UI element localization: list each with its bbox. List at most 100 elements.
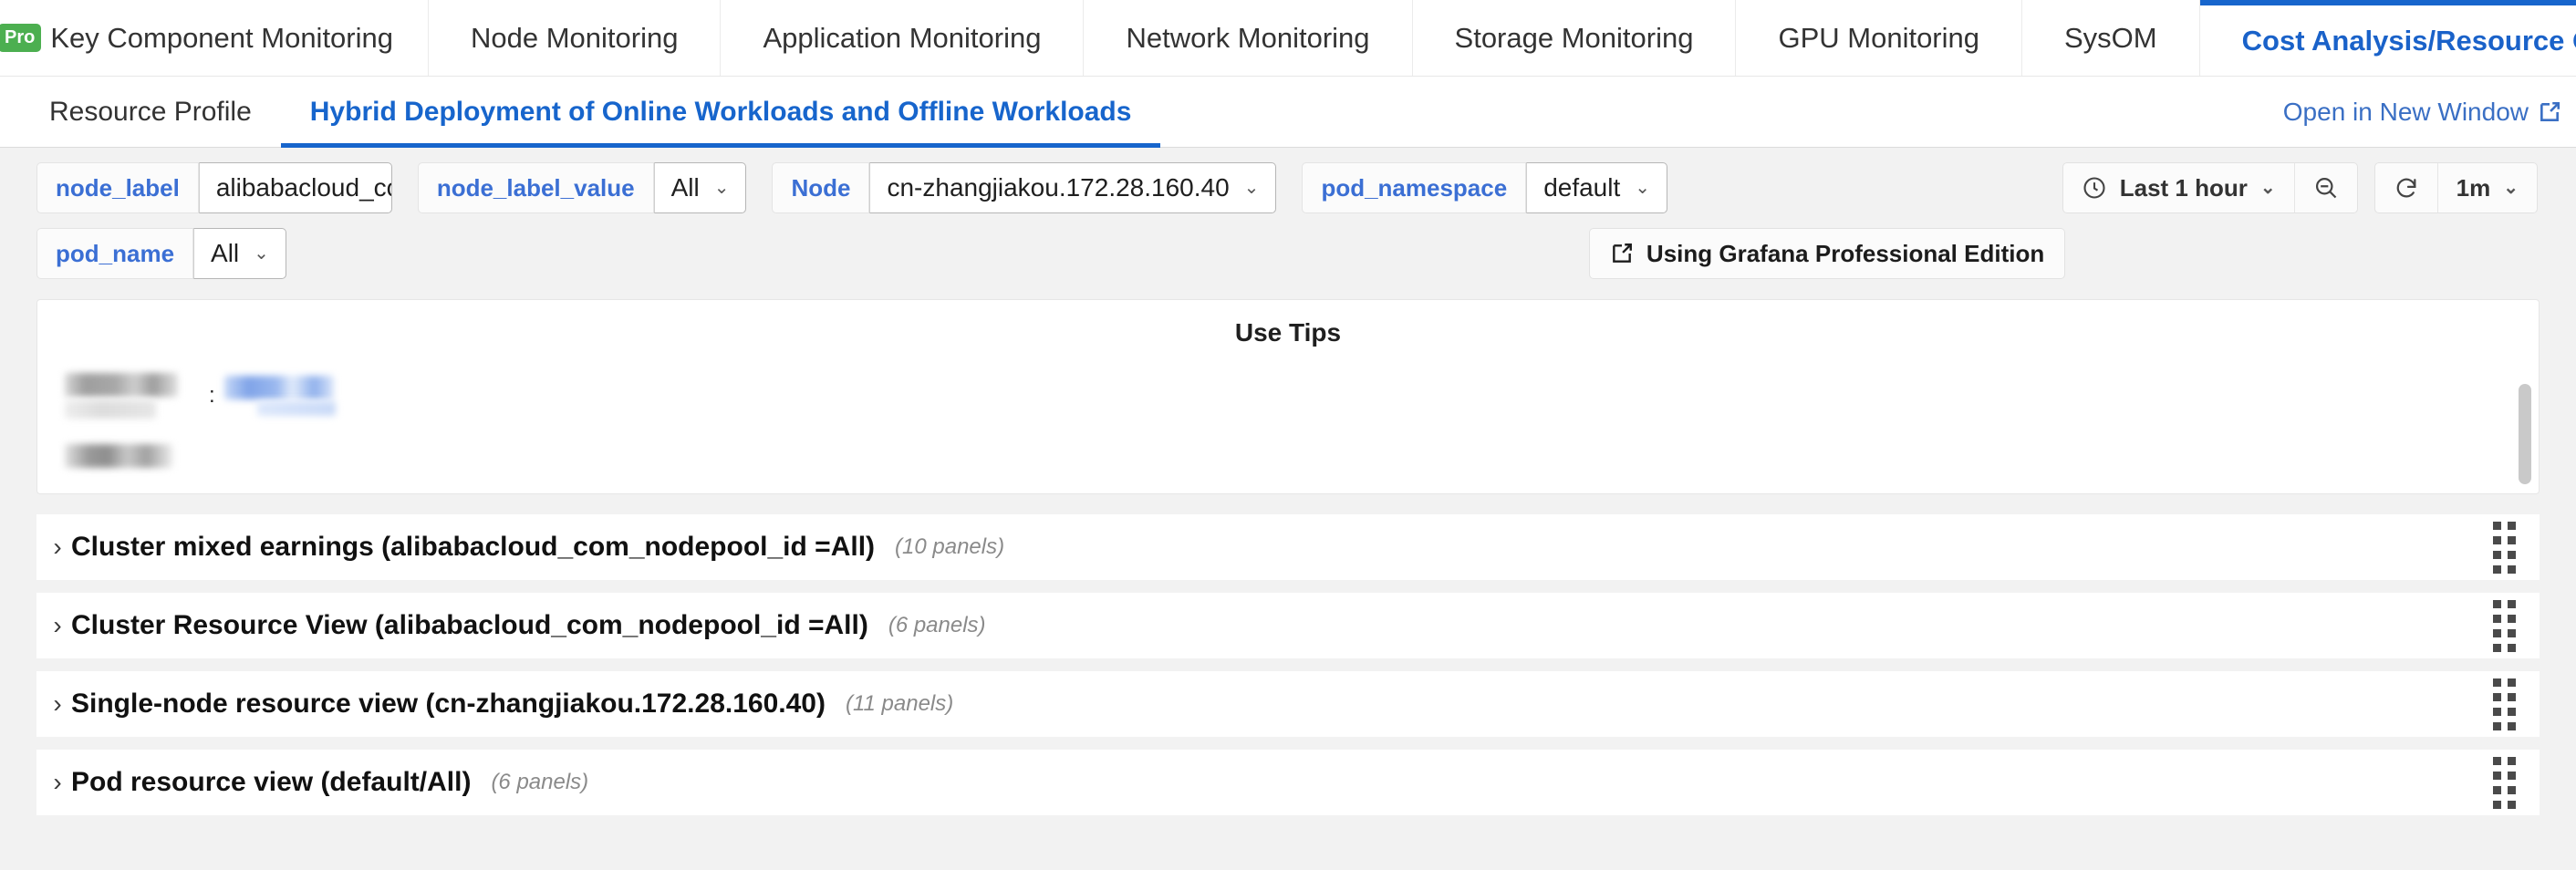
select-value: default	[1543, 173, 1621, 202]
open-in-new-window-link[interactable]: Open in New Window	[2283, 98, 2561, 127]
tab-gpu-monitoring[interactable]: GPU Monitoring	[1736, 0, 2022, 76]
row-panel-count: (11 panels)	[845, 691, 954, 716]
tab-key-component-monitoring[interactable]: Pro Key Component Monitoring	[0, 0, 429, 76]
tab-cost-analysis-resource-optimization[interactable]: Cost Analysis/Resource Optimization	[2199, 0, 2576, 76]
refresh-interval-label: 1m	[2456, 173, 2491, 202]
sub-tab-label: Resource Profile	[49, 96, 252, 127]
clock-icon	[2082, 175, 2107, 201]
row-panel-count: (10 panels)	[895, 534, 1005, 559]
chevron-right-icon: ›	[53, 533, 62, 561]
tab-label: GPU Monitoring	[1778, 21, 1979, 54]
refresh-group: 1m ⌄	[2373, 162, 2538, 213]
row-cluster-resource-view[interactable]: › Cluster Resource View (alibabacloud_co…	[36, 593, 2540, 658]
chevron-down-icon: ⌄	[254, 243, 269, 264]
refresh-icon	[2394, 175, 2419, 201]
select-value: cn-zhangjiakou.172.28.160.40	[887, 173, 1230, 202]
tab-label: Node Monitoring	[471, 21, 679, 54]
variable-label: pod_name	[36, 228, 194, 279]
use-tips-panel: Use Tips :	[36, 299, 2540, 494]
node-label-input[interactable]: alibabacloud_com_node	[198, 162, 392, 213]
time-range-group: Last 1 hour ⌄	[2062, 162, 2358, 213]
variable-label: node_label	[36, 162, 199, 213]
variable-node: Node cn-zhangjiakou.172.28.160.40 ⌄	[772, 162, 1277, 213]
time-controls: Last 1 hour ⌄ 1m ⌄	[2062, 162, 2538, 213]
sub-tab-hybrid-deployment[interactable]: Hybrid Deployment of Online Workloads an…	[280, 77, 1161, 148]
dashboard-rows: › Cluster mixed earnings (alibabacloud_c…	[0, 514, 2576, 815]
use-tips-content: :	[37, 347, 2539, 468]
external-link-icon	[1610, 242, 1634, 265]
chevron-down-icon: ⌄	[2503, 178, 2519, 198]
pro-badge: Pro	[0, 24, 42, 52]
redacted-text-block	[65, 444, 172, 468]
drag-handle-icon[interactable]	[2493, 678, 2516, 730]
zoom-out-icon	[2313, 175, 2339, 201]
node-label-value-select[interactable]: All ⌄	[653, 162, 747, 213]
redacted-link-block[interactable]	[223, 376, 334, 399]
zoom-out-button[interactable]	[2293, 163, 2357, 212]
refresh-button[interactable]	[2375, 163, 2437, 212]
variable-label: pod_namespace	[1302, 162, 1527, 213]
tab-label: Cost Analysis/Resource Optimization	[2241, 24, 2576, 57]
tips-line-2	[65, 444, 2539, 468]
drag-handle-icon[interactable]	[2493, 521, 2516, 574]
variable-label: node_label_value	[417, 162, 654, 213]
top-tab-bar: Pro Key Component Monitoring Node Monito…	[0, 0, 2576, 77]
select-value: All	[211, 239, 240, 267]
tips-colon: :	[209, 383, 215, 408]
tab-network-monitoring[interactable]: Network Monitoring	[1084, 0, 1413, 76]
using-grafana-professional-edition-button[interactable]: Using Grafana Professional Edition	[1588, 228, 2066, 279]
chevron-right-icon: ›	[53, 768, 62, 796]
chevron-down-icon: ⌄	[2259, 178, 2276, 198]
external-link-icon	[2538, 100, 2561, 124]
tab-node-monitoring[interactable]: Node Monitoring	[429, 0, 722, 76]
tab-application-monitoring[interactable]: Application Monitoring	[721, 0, 1085, 76]
row-title: Cluster mixed earnings (alibabacloud_com…	[71, 532, 876, 562]
tab-label: Storage Monitoring	[1454, 21, 1694, 54]
chevron-down-icon: ⌄	[1635, 178, 1651, 198]
row-panel-count: (6 panels)	[888, 613, 986, 637]
variable-node-label-value: node_label_value All ⌄	[417, 162, 747, 213]
pod-namespace-select[interactable]: default ⌄	[1526, 162, 1668, 213]
drag-handle-icon[interactable]	[2493, 599, 2516, 652]
dashboard-body: node_label alibabacloud_com_node node_la…	[0, 148, 2576, 870]
redacted-text-block	[65, 400, 156, 419]
refresh-interval-select[interactable]: 1m ⌄	[2436, 163, 2537, 212]
redacted-text-block	[65, 373, 178, 397]
sub-tab-resource-profile[interactable]: Resource Profile	[20, 77, 281, 147]
pod-name-select[interactable]: All ⌄	[193, 228, 286, 279]
row-title: Cluster Resource View (alibabacloud_com_…	[71, 610, 868, 640]
time-range-label: Last 1 hour	[2119, 173, 2248, 202]
variable-node-label: node_label alibabacloud_com_node	[36, 162, 392, 213]
tab-label: Network Monitoring	[1126, 21, 1370, 54]
time-range-picker[interactable]: Last 1 hour ⌄	[2063, 163, 2294, 212]
tab-label: Key Component Monitoring	[50, 21, 393, 54]
row-single-node-resource-view[interactable]: › Single-node resource view (cn-zhangjia…	[36, 671, 2540, 737]
row-cluster-mixed-earnings[interactable]: › Cluster mixed earnings (alibabacloud_c…	[36, 514, 2540, 580]
tab-label: SysOM	[2064, 21, 2157, 54]
variable-pod-namespace: pod_namespace default ⌄	[1302, 162, 1668, 213]
drag-handle-icon[interactable]	[2493, 756, 2516, 809]
chevron-down-icon: ⌄	[713, 178, 730, 198]
select-value: All	[670, 173, 700, 202]
tips-vertical-scrollbar[interactable]	[2519, 384, 2531, 484]
variable-label: Node	[772, 162, 870, 213]
tab-sysom[interactable]: SysOM	[2022, 0, 2200, 76]
grafana-button-label: Using Grafana Professional Edition	[1646, 239, 2045, 267]
grafana-edition-wrapper: Using Grafana Professional Edition	[1588, 228, 2066, 279]
use-tips-title: Use Tips	[1234, 318, 1342, 347]
chevron-right-icon: ›	[53, 689, 62, 718]
variable-row-2: pod_name All ⌄ Using Grafana Professiona…	[0, 213, 2576, 279]
row-pod-resource-view[interactable]: › Pod resource view (default/All) (6 pan…	[36, 750, 2540, 815]
row-title: Pod resource view (default/All)	[71, 767, 472, 797]
tips-line-1: :	[65, 373, 2539, 419]
tab-storage-monitoring[interactable]: Storage Monitoring	[1412, 0, 1737, 76]
sub-tab-bar: Resource Profile Hybrid Deployment of On…	[0, 77, 2576, 148]
redacted-link-block	[256, 401, 336, 416]
chevron-right-icon: ›	[53, 611, 62, 639]
node-select[interactable]: cn-zhangjiakou.172.28.160.40 ⌄	[869, 162, 1277, 213]
row-title: Single-node resource view (cn-zhangjiako…	[71, 689, 826, 719]
row-panel-count: (6 panels)	[491, 770, 589, 794]
tab-label: Application Monitoring	[763, 21, 1042, 54]
sub-tab-label: Hybrid Deployment of Online Workloads an…	[309, 96, 1132, 127]
chevron-down-icon: ⌄	[1243, 178, 1260, 198]
